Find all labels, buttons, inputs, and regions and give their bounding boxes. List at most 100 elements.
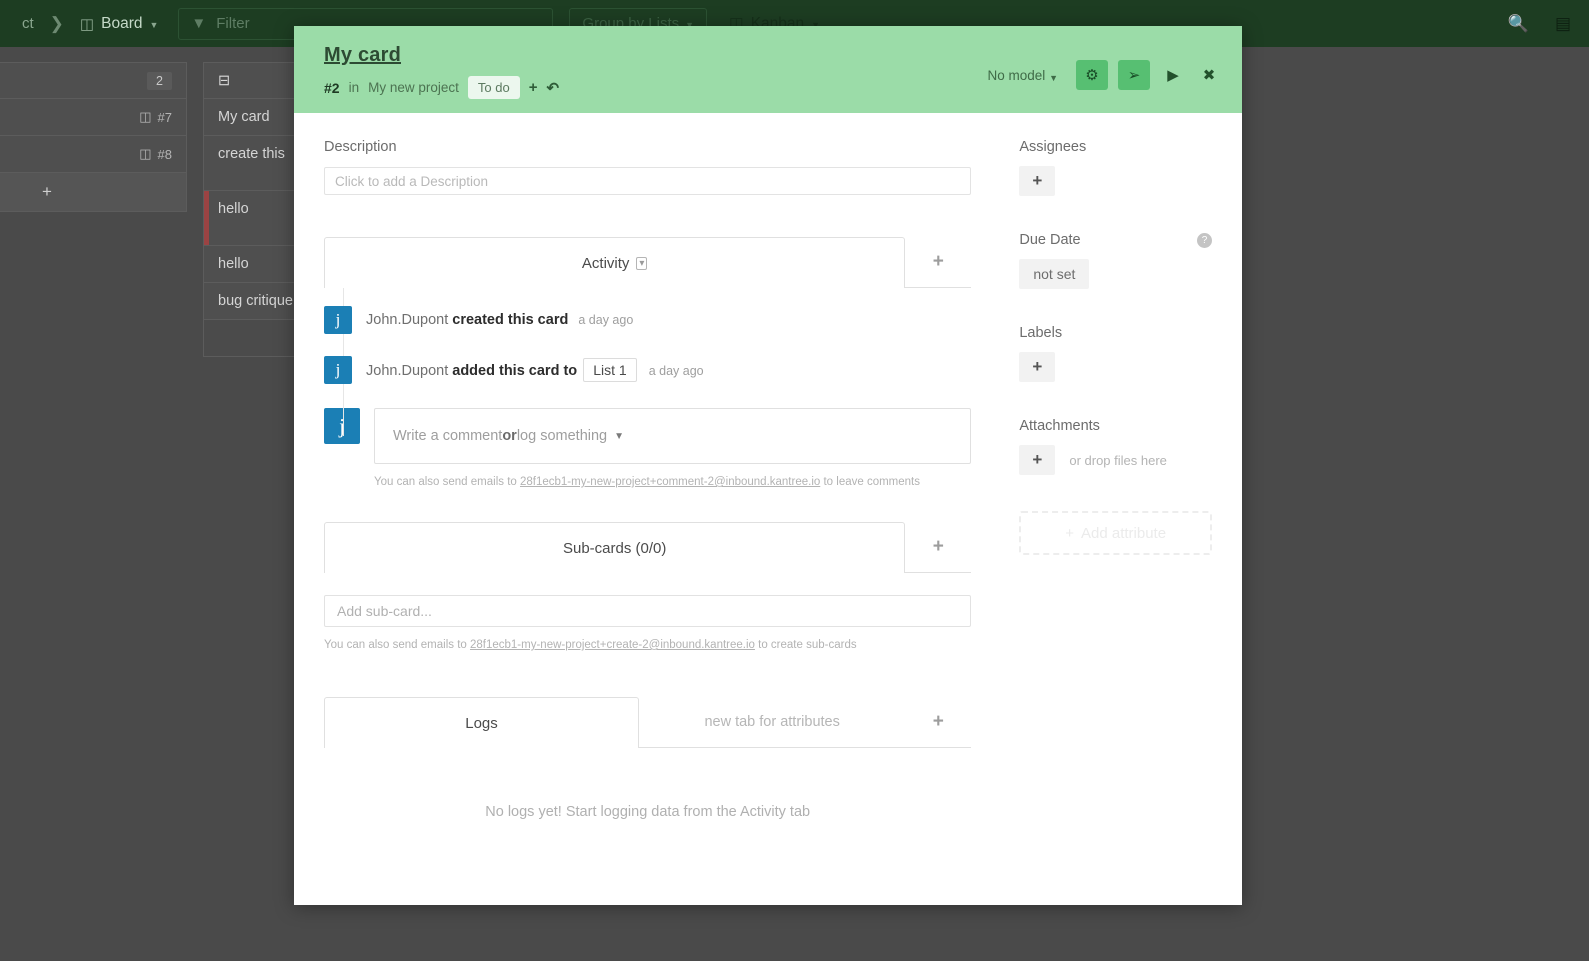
card-meta: ◫ #8: [139, 146, 172, 162]
tab-activity-label: Activity: [581, 254, 630, 272]
add-subcard-input[interactable]: Add sub-card...: [324, 595, 972, 627]
tab-subcards-label: Sub-cards (0/0): [562, 539, 667, 557]
user-menu-icon[interactable]: ▤: [1555, 14, 1571, 34]
gear-icon: ⚙: [1085, 67, 1099, 84]
sign-in-icon: ➢: [1127, 67, 1141, 84]
activity-action: created this card: [452, 312, 569, 328]
card-icon: ◫: [139, 109, 152, 124]
board-selector[interactable]: ◫ Board ▼: [68, 0, 170, 47]
description-input[interactable]: Click to add a Description: [324, 167, 972, 195]
card-title: hello: [218, 256, 249, 272]
activity-item: j John.Dupont added this card to List 1 …: [324, 356, 971, 384]
tab-logs-label: Logs: [465, 714, 498, 732]
group-header: Ungrouped 2: [0, 63, 186, 99]
card-title: create this: [218, 146, 285, 162]
in-label: in: [348, 80, 360, 95]
email-hint-prefix: You can also send emails to: [324, 639, 470, 651]
activity-text: John.Dupont created this card a day ago: [366, 312, 633, 328]
sidebar-labels: Labels +: [1019, 325, 1212, 382]
comment-placeholder-b: log something: [516, 428, 608, 444]
page-title[interactable]: My card: [324, 44, 401, 67]
close-icon: ✖: [1202, 67, 1216, 84]
comment-email-address[interactable]: 28f1ecb1-my-new-project+comment-2@inboun…: [520, 476, 820, 488]
activity-time: a day ago: [648, 364, 704, 378]
funnel-icon: ▼: [191, 15, 207, 32]
activity-list-chip[interactable]: List 1: [583, 358, 637, 382]
plus-icon[interactable]: +: [529, 79, 538, 96]
subcard-email-hint: You can also send emails to 28f1ecb1-my-…: [324, 639, 971, 651]
activity-tabs-row: Activity ▾ +: [324, 237, 972, 288]
search-icon[interactable]: 🔍: [1508, 14, 1529, 34]
add-activity-tab-button[interactable]: +: [905, 237, 972, 288]
tab-logs[interactable]: Logs: [324, 697, 639, 748]
card-icon: ◫: [139, 146, 152, 161]
question-icon[interactable]: ?: [1197, 232, 1212, 248]
collapse-icon[interactable]: ⊟: [218, 73, 230, 89]
due-date-label-row: Due Date ?: [1019, 232, 1212, 248]
subcard-email-address[interactable]: 28f1ecb1-my-new-project+create-2@inbound…: [470, 639, 755, 651]
add-card-button[interactable]: +: [0, 173, 186, 211]
modal-body: Description Click to add a Description A…: [294, 113, 1242, 905]
activity-text: John.Dupont added this card to List 1 a …: [366, 358, 704, 382]
board-icon: ◫: [79, 15, 95, 33]
model-label: No model: [987, 67, 1046, 83]
board-label: Board: [101, 14, 143, 32]
attachments-label: Attachments: [1019, 418, 1100, 434]
activity-action: added this card to: [452, 363, 578, 379]
assignees-label: Assignees: [1019, 139, 1087, 155]
activity-item: j John.Dupont created this card a day ag…: [324, 306, 971, 334]
due-date-label: Due Date: [1019, 232, 1081, 248]
avatar: j: [324, 306, 352, 334]
modal-header: My card #2 in My new project To do + ↶ N…: [294, 26, 1242, 113]
new-tab-label: new tab for attributes: [704, 714, 840, 730]
caret-down-icon: ▼: [149, 19, 159, 30]
chevron-down-box-icon[interactable]: ▾: [636, 256, 648, 270]
comment-email-hint: You can also send emails to 28f1ecb1-my-…: [374, 476, 971, 488]
email-hint-prefix: You can also send emails to: [374, 476, 520, 488]
play-box-icon: ▶: [1167, 67, 1179, 84]
group-count: 2: [147, 71, 172, 90]
card-title: bug critique: [218, 293, 293, 309]
settings-button[interactable]: ⚙: [1076, 60, 1108, 90]
nav-right-actions: 🔍 ▤: [1508, 14, 1579, 34]
avatar: j: [324, 408, 360, 444]
caret-down-icon[interactable]: ▼: [614, 431, 624, 442]
due-date-value[interactable]: not set: [1019, 259, 1090, 289]
plus-icon: +: [932, 711, 944, 732]
plus-icon: +: [1032, 357, 1043, 376]
avatar: j: [324, 356, 352, 384]
open-card-button[interactable]: ➢: [1118, 60, 1150, 90]
add-assignee-button[interactable]: +: [1019, 166, 1056, 196]
add-label-button[interactable]: +: [1019, 352, 1056, 382]
activity-user[interactable]: John.Dupont: [366, 363, 448, 379]
tab-subcards[interactable]: Sub-cards (0/0): [324, 522, 906, 573]
status-badge[interactable]: To do: [467, 76, 520, 99]
close-button[interactable]: ✖: [1196, 62, 1222, 88]
add-attribute-button[interactable]: + Add attribute: [1019, 511, 1212, 555]
comment-input[interactable]: Write a comment or log something ▼: [374, 408, 972, 464]
present-button[interactable]: ▶: [1160, 62, 1186, 88]
add-subcard-tab-button[interactable]: +: [905, 522, 972, 573]
modal-sidebar: Assignees + Due Date ? not set Labels +: [1019, 139, 1212, 905]
plus-icon: +: [1032, 450, 1043, 469]
new-attribute-tab[interactable]: new tab for attributes: [639, 697, 906, 748]
sidebar-attachments: Attachments + or drop files here: [1019, 418, 1212, 475]
comment-placeholder-or: or: [502, 428, 517, 444]
plus-icon: +: [932, 536, 944, 557]
activity-feed: j John.Dupont created this card a day ag…: [324, 288, 972, 488]
description-placeholder: Click to add a Description: [335, 173, 489, 189]
add-attachment-button[interactable]: +: [1019, 445, 1056, 475]
history-icon[interactable]: ↶: [546, 79, 559, 97]
project-name[interactable]: My new project: [368, 80, 459, 95]
card-row[interactable]: érémy ◫ #7: [0, 99, 186, 136]
tab-activity[interactable]: Activity ▾: [324, 237, 906, 288]
model-selector[interactable]: No model ▼: [988, 68, 1058, 83]
sidebar-assignees: Assignees +: [1019, 139, 1212, 196]
card-row[interactable]: card ◫ #8: [0, 136, 186, 173]
breadcrumb[interactable]: ct: [10, 0, 46, 47]
add-logs-tab-button[interactable]: +: [905, 697, 972, 748]
activity-user[interactable]: John.Dupont: [366, 312, 448, 328]
subcards-tabs-row: Sub-cards (0/0) +: [324, 522, 972, 573]
email-hint-suffix: to create sub-cards: [754, 639, 857, 651]
plus-icon: +: [932, 251, 944, 272]
